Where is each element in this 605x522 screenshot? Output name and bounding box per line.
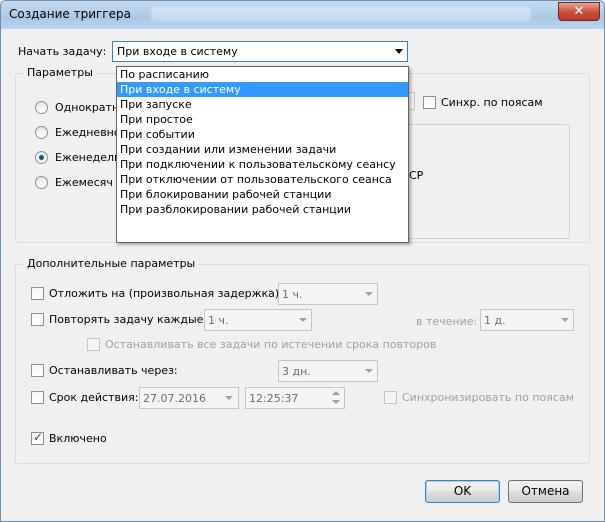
title-bar[interactable]: Создание триггера ✕ [1, 1, 604, 29]
create-trigger-dialog: Создание триггера ✕ Начать задачу: При в… [0, 0, 605, 522]
ok-button[interactable]: OK [425, 480, 500, 503]
expire-checkbox[interactable] [31, 391, 44, 404]
stop-after-select[interactable]: 3 дн. [278, 360, 378, 382]
enabled-checkbox[interactable]: ✓ [31, 430, 44, 445]
repeat-value: 1 ч. [208, 314, 229, 327]
repeat-checkbox[interactable] [31, 313, 44, 326]
delay-label: Отложить на (произвольная задержка): [49, 287, 283, 300]
radio-daily[interactable] [35, 126, 48, 139]
radio-daily-label: Ежедневно [55, 126, 121, 139]
radio-once-label: Однократн [55, 101, 120, 114]
dropdown-option-task-created[interactable]: При создании или изменении задачи [117, 142, 408, 157]
chevron-down-icon[interactable] [556, 310, 573, 330]
window-title: Создание триггера [9, 7, 131, 21]
checkmark-icon: ✓ [33, 430, 44, 444]
repeat-label: Повторять задачу каждые: [49, 313, 208, 326]
cancel-button[interactable]: Отмена [508, 480, 583, 503]
sync-timezones-label: Синхр. по поясам [441, 96, 543, 109]
stop-after-value: 3 дн. [282, 365, 311, 378]
radio-once[interactable] [35, 101, 48, 114]
stop-all-label: Останавливать все задачи по истечении ср… [105, 338, 437, 351]
delay-select[interactable]: 1 ч. [278, 283, 378, 305]
parameters-group-title: Параметры [24, 66, 96, 79]
chevron-down-icon[interactable] [395, 49, 403, 54]
expire-time-field[interactable]: 12:25:37 [245, 387, 345, 409]
dropdown-option-workstation-unlock[interactable]: При разблокировании рабочей станции [117, 202, 408, 217]
close-button[interactable]: ✕ [558, 2, 600, 21]
dropdown-option-event[interactable]: При событии [117, 127, 408, 142]
stop-after-checkbox[interactable] [31, 364, 44, 377]
sync-timezones-checkbox[interactable] [423, 96, 436, 109]
start-task-dropdown-list[interactable]: По расписанию При входе в систему При за… [116, 66, 409, 243]
dropdown-option-idle[interactable]: При простое [117, 112, 408, 127]
spin-down-icon[interactable] [329, 398, 343, 407]
repeat-duration-label: в течение: [416, 315, 478, 328]
spin-up-icon[interactable] [329, 389, 343, 398]
radio-monthly-label: Ежемесяч [55, 176, 113, 189]
chevron-down-icon[interactable] [294, 310, 311, 330]
stop-all-checkbox[interactable] [87, 338, 100, 351]
expire-label: Срок действия: [49, 391, 139, 404]
advanced-parameters-title: Дополнительные параметры [24, 257, 199, 270]
delay-checkbox[interactable] [31, 287, 44, 300]
close-icon[interactable]: ✕ [574, 4, 585, 19]
expire-time-value: 12:25:37 [249, 392, 299, 405]
delay-value: 1 ч. [282, 288, 303, 301]
repeat-duration-select[interactable]: 1 д. [480, 309, 574, 331]
expire-date-value: 27.07.2016 [143, 392, 206, 405]
enabled-label: Включено [49, 432, 107, 445]
dropdown-option-schedule[interactable]: По расписанию [117, 67, 408, 82]
start-task-label: Начать задачу: [18, 45, 107, 58]
start-task-value: При входе в систему [117, 45, 238, 58]
radio-weekly[interactable] [35, 151, 48, 164]
stop-after-label: Останавливать через: [49, 364, 178, 377]
dropdown-option-startup[interactable]: При запуске [117, 97, 408, 112]
chevron-down-icon[interactable] [360, 284, 377, 304]
dropdown-option-session-disconnect[interactable]: При отключении от пользовательского сеан… [117, 172, 408, 187]
expire-sync-label: Синхронизировать по поясам [402, 391, 574, 404]
expire-sync-checkbox[interactable] [384, 391, 397, 404]
weekday-fragment-label: СР [409, 169, 424, 182]
repeat-duration-value: 1 д. [484, 314, 506, 327]
blurred-background-area [151, 7, 531, 21]
expire-date-picker[interactable]: 27.07.2016 [139, 387, 239, 409]
dropdown-option-workstation-lock[interactable]: При блокировании рабочей станции [117, 187, 408, 202]
dropdown-option-logon[interactable]: При входе в систему [117, 82, 408, 97]
radio-weekly-label: Еженедель [55, 151, 121, 164]
calendar-icon[interactable] [220, 388, 236, 408]
start-task-combobox[interactable]: При входе в систему [112, 41, 408, 62]
chevron-down-icon[interactable] [360, 361, 377, 381]
dropdown-option-session-connect[interactable]: При подключении к пользовательскому сеан… [117, 157, 408, 172]
dialog-body: Начать задачу: При входе в систему Парам… [5, 29, 600, 518]
radio-monthly[interactable] [35, 176, 48, 189]
repeat-select[interactable]: 1 ч. [204, 309, 312, 331]
